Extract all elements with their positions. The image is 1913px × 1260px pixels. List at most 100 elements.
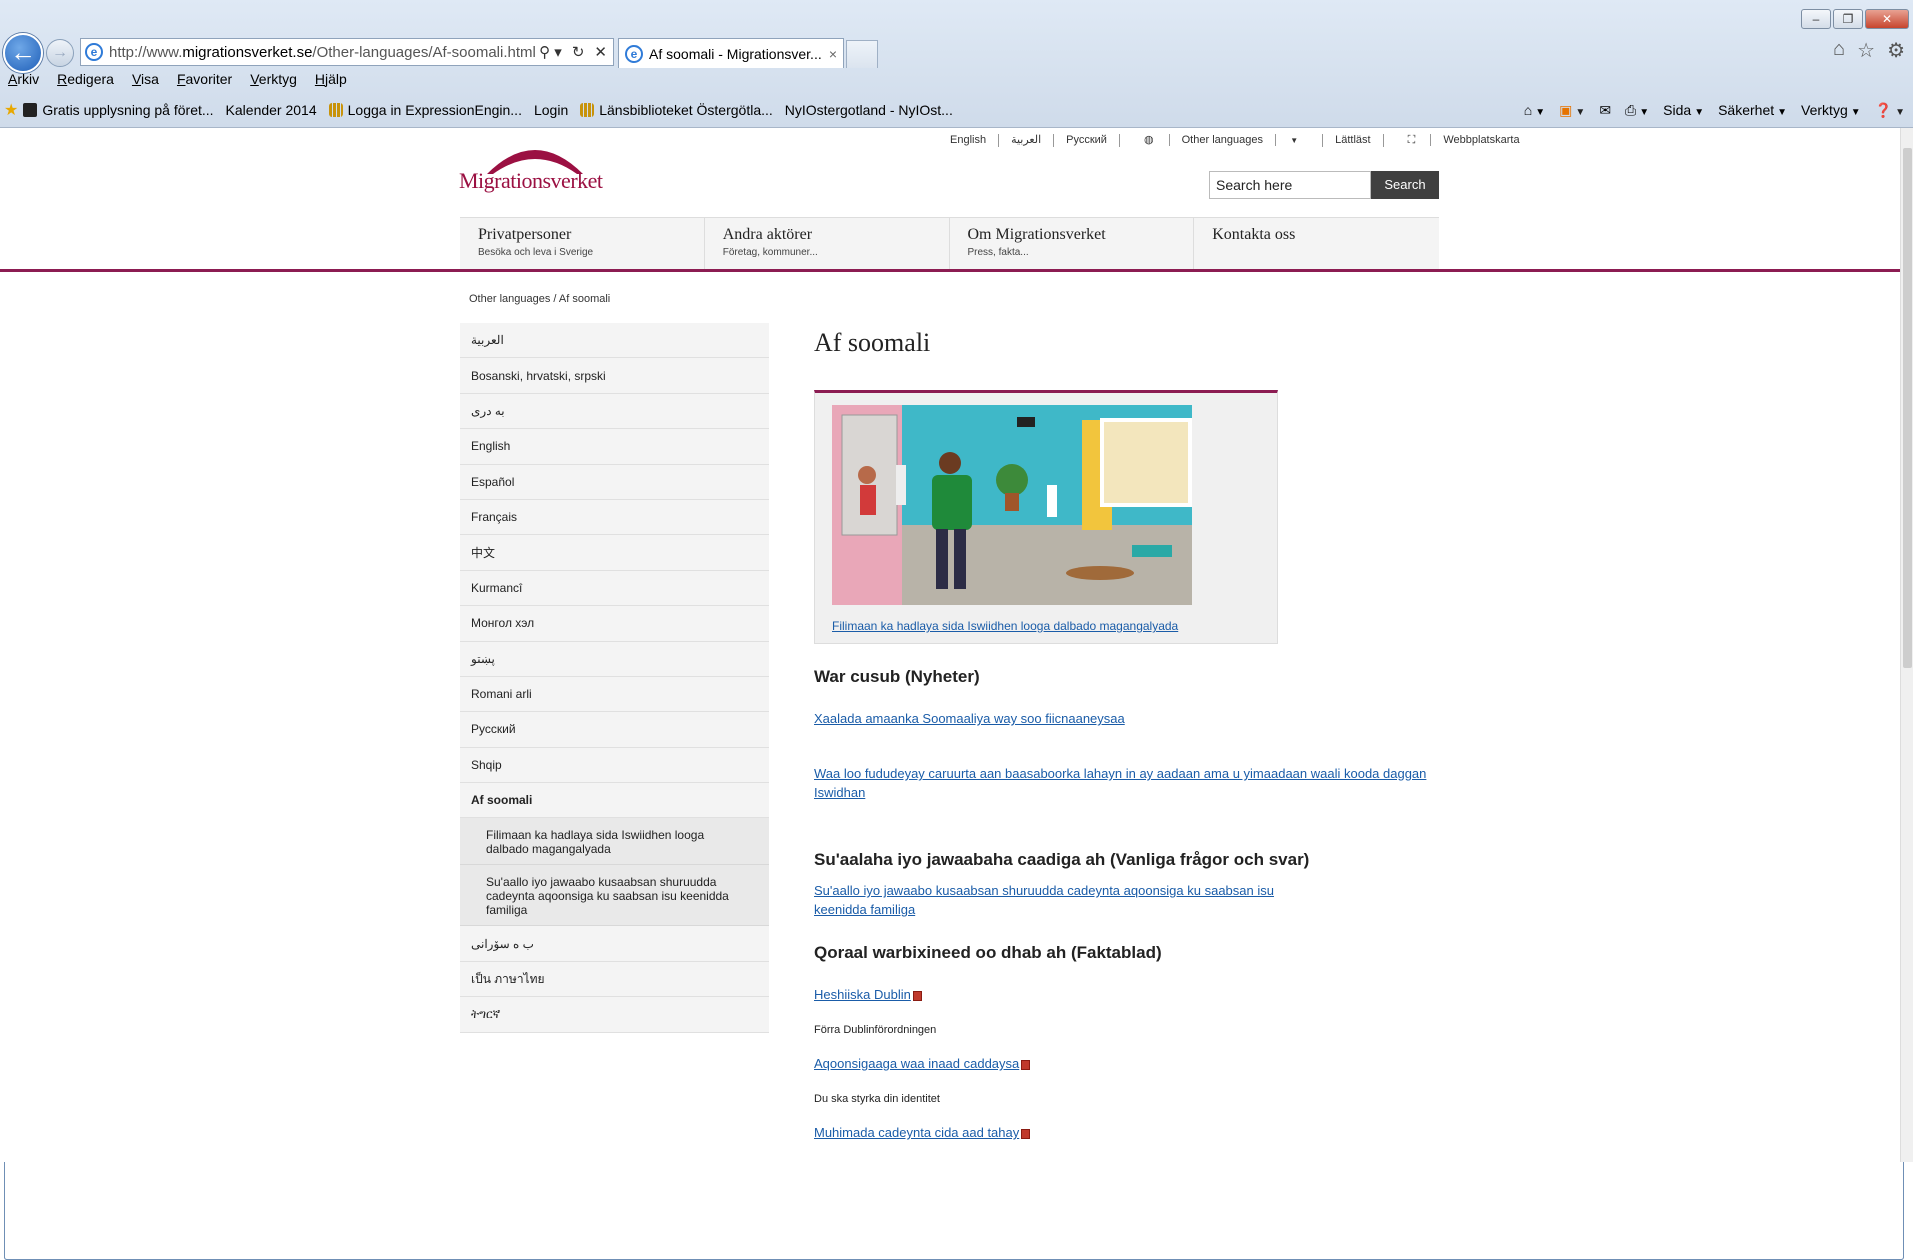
nav-kontakta-oss[interactable]: Kontakta oss — [1194, 218, 1439, 269]
chevron-down-icon: ▼ — [1287, 136, 1299, 145]
sidebar-item-thai[interactable]: เป็น ภาษาไทย — [460, 961, 769, 998]
util-lattlast[interactable]: Lättläst — [1323, 134, 1384, 147]
favorite-item[interactable]: Gratis upplysning på föret... — [23, 102, 214, 118]
sidebar-item-albanian[interactable]: Shqip — [460, 747, 769, 784]
address-tools: ⚲ ▾ ↻ ✕ — [539, 43, 613, 61]
favorite-item[interactable]: Länsbiblioteket Östergötla... — [580, 102, 773, 118]
menu-hjalp[interactable]: Hjälp — [315, 71, 347, 87]
favorites-star-icon[interactable]: ☆ — [1857, 38, 1875, 63]
news-heading: War cusub (Nyheter) — [814, 667, 980, 686]
sidebar-item-sorani[interactable]: ب ه سۆرانی — [460, 926, 769, 962]
news-link-2[interactable]: Waa loo fududeyay caruurta aan baasaboor… — [814, 764, 1434, 802]
fact-3-link[interactable]: Muhimada cadeynta cida aad tahay — [814, 1125, 1019, 1140]
favorite-item[interactable]: Logga in ExpressionEngin... — [328, 102, 522, 118]
sidebar-item-russian[interactable]: Русский — [460, 712, 769, 748]
pdf-icon — [1021, 1128, 1031, 1139]
command-bar: ⌂ ▼ ▣ ▼ ✉ ⎙ ▼ Sida ▼ Säkerhet ▼ Verktyg ▼ ❓ ▼ — [1524, 102, 1905, 119]
language-sidebar: العربية Bosanski, hrvatski, srpski به در… — [460, 323, 769, 1033]
nav-divider — [0, 269, 1900, 272]
util-sitemap[interactable]: ⛶ Webbplatskarta — [1384, 134, 1544, 147]
forward-arrow-icon[interactable]: → — [46, 39, 74, 67]
fact-2-link[interactable]: Aqoonsigaaga waa inaad caddaysa — [814, 1056, 1019, 1071]
refresh-icon[interactable]: ↻ — [572, 43, 585, 61]
shield-icon — [23, 103, 38, 117]
sidebar-item-french[interactable]: Français — [460, 499, 769, 536]
search-dropdown-icon[interactable]: ⚲ ▾ — [539, 43, 562, 61]
utility-links: English العربية Русский ◍ Other language… — [938, 134, 1544, 147]
fact-2: Aqoonsigaaga waa inaad caddaysa — [814, 1054, 1031, 1073]
command-sakerhet[interactable]: Säkerhet ▼ — [1718, 102, 1787, 118]
command-verktyg[interactable]: Verktyg ▼ — [1801, 102, 1861, 118]
video-link[interactable]: Filimaan ka hadlaya sida Iswiidhen looga… — [832, 619, 1178, 633]
fact-1-link[interactable]: Heshiiska Dublin — [814, 987, 911, 1002]
search-button[interactable]: Search — [1371, 171, 1439, 199]
nav-privatpersoner[interactable]: Privatpersoner Besöka och leva i Sverige — [460, 218, 705, 269]
menu-verktyg[interactable]: Verktyg — [250, 71, 297, 87]
scrollbar-thumb[interactable] — [1903, 148, 1912, 668]
favorite-item[interactable]: NyIOstergotland - NyIOst... — [4, 102, 1904, 1260]
fact-3: Muhimada cadeynta cida aad tahay — [814, 1123, 1031, 1142]
sidebar-item-spanish[interactable]: Español — [460, 464, 769, 500]
sidebar-item-bosnian[interactable]: Bosanski, hrvatski, srpski — [460, 358, 769, 394]
mail-icon[interactable]: ✉ — [1599, 102, 1611, 119]
print-icon[interactable]: ⎙ ▼ — [1625, 102, 1649, 119]
minimize-button[interactable]: – — [1801, 9, 1831, 29]
faq-link[interactable]: Su'aallo iyo jawaabo kusaabsan shuruudda… — [814, 881, 1314, 919]
bars-icon — [580, 103, 595, 117]
home-dropdown-icon[interactable]: ⌂ ▼ — [1524, 102, 1545, 118]
site-logo[interactable]: Migrationsverket — [459, 136, 619, 194]
bars-icon — [328, 103, 343, 117]
home-icon[interactable]: ⌂ — [1833, 38, 1845, 63]
util-other-languages[interactable]: ◍ Other languages ▼ — [1120, 134, 1324, 147]
menu-favoriter[interactable]: Favoriter — [177, 71, 232, 87]
breadcrumb: Other languages / Af soomali — [469, 293, 611, 305]
rss-icon[interactable]: ▣ ▼ — [1559, 102, 1585, 119]
news-link-1[interactable]: Xaalada amaanka Soomaaliya way soo fiicn… — [814, 709, 1125, 728]
tab-title: Af soomali - Migrationsver... — [649, 45, 822, 62]
sidebar-item-chinese[interactable]: 中文 — [460, 535, 769, 571]
stop-icon[interactable]: ✕ — [594, 43, 607, 61]
favorites-star-add-icon[interactable]: ★ — [4, 100, 18, 120]
search-input[interactable]: Search here — [1209, 171, 1371, 199]
sidebar-item-mongolian[interactable]: Монгол хэл — [460, 606, 769, 642]
active-tab[interactable]: e Af soomali - Migrationsver... × — [618, 38, 844, 68]
page-scrollbar[interactable] — [1900, 128, 1913, 1162]
close-window-button[interactable]: ✕ — [1865, 9, 1909, 29]
logo-text: Migrationsverket — [459, 168, 603, 193]
sidebar-item-romani[interactable]: Romani arli — [460, 676, 769, 713]
sidebar-item-tigrinya[interactable]: ትግርኛ — [460, 997, 769, 1033]
sidebar-subitem-film[interactable]: Filimaan ka hadlaya sida Iswiidhen looga… — [460, 818, 769, 866]
sidebar-item-somali[interactable]: Af soomali — [460, 783, 769, 819]
nav-andra-aktorer[interactable]: Andra aktörer Företag, kommuner... — [705, 218, 950, 269]
menu-visa[interactable]: Visa — [132, 71, 159, 87]
command-sida[interactable]: Sida ▼ — [1663, 102, 1704, 118]
new-tab-button[interactable] — [846, 40, 878, 68]
sidebar-item-dari[interactable]: به دری — [460, 393, 769, 430]
sidebar-subitem-faq[interactable]: Su'aallo iyo jawaabo kusaabsan shuruudda… — [460, 865, 769, 927]
settings-gear-icon[interactable]: ⚙ — [1887, 38, 1905, 63]
sidebar-item-arabic[interactable]: العربية — [460, 323, 769, 359]
menu-arkiv[interactable]: Arkiv — [8, 71, 39, 87]
util-english[interactable]: English — [938, 134, 1000, 147]
sidebar-item-english[interactable]: English — [460, 429, 769, 465]
back-arrow-icon[interactable]: ← — [3, 33, 43, 73]
window-controls: – ❐ ✕ — [1801, 9, 1909, 29]
menu-redigera[interactable]: Redigera — [57, 71, 114, 87]
illustration-image — [832, 405, 1192, 605]
address-bar[interactable]: e http://www.migrationsverket.se/Other-l… — [80, 38, 614, 66]
maximize-button[interactable]: ❐ — [1833, 9, 1863, 29]
favorites-bar: ★ Gratis upplysning på föret... Kalender… — [4, 98, 1905, 1260]
util-russian[interactable]: Русский — [1054, 134, 1120, 147]
sidebar-item-kurmanci[interactable]: Kurmancî — [460, 570, 769, 607]
web-page — [0, 128, 1900, 1162]
browser-right-icons: ⌂ ☆ ⚙ — [1833, 38, 1905, 63]
nav-om-migrationsverket[interactable]: Om Migrationsverket Press, fakta... — [950, 218, 1195, 269]
help-icon[interactable]: ❓ ▼ — [1875, 102, 1905, 119]
faq-heading: Su'aalaha iyo jawaabaha caadiga ah (Vanl… — [814, 850, 1310, 869]
favorite-item[interactable]: Kalender 2014 — [4, 102, 1904, 1260]
tab-close-icon[interactable]: × — [829, 46, 837, 62]
favorite-item[interactable]: Login — [4, 102, 1904, 1260]
util-arabic[interactable]: العربية — [999, 134, 1055, 147]
video-thumbnail[interactable] — [832, 405, 1192, 605]
sidebar-item-pashto[interactable]: پښتو — [460, 641, 769, 677]
